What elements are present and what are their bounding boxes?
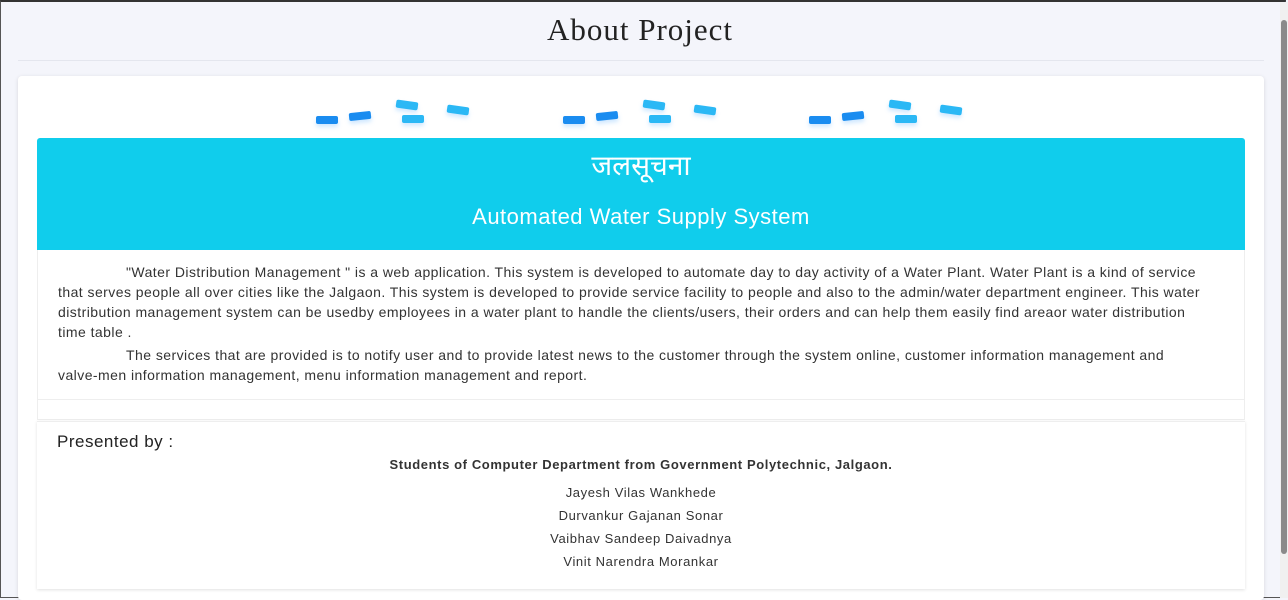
scrollbar-thumb[interactable] xyxy=(1281,20,1287,554)
student-name: Vinit Narendra Morankar xyxy=(563,554,719,569)
project-banner: जलसूचना Automated Water Supply System xyxy=(37,138,1245,250)
student-name: Vaibhav Sandeep Daivadnya xyxy=(550,531,732,546)
banner-subtitle: Automated Water Supply System xyxy=(472,204,810,229)
title-divider xyxy=(18,60,1264,61)
presented-by-heading: Presented by : xyxy=(57,432,174,451)
about-paragraph-1-text: "Water Distribution Management " is a we… xyxy=(58,264,1201,340)
banner-hindi-title: जलसूचना xyxy=(591,149,691,182)
about-section: "Water Distribution Management " is a we… xyxy=(37,250,1245,400)
about-paragraph-2-text: The services that are provided is to not… xyxy=(58,347,1165,383)
student-name: Durvankur Gajanan Sonar xyxy=(558,508,724,523)
water-drops-icon xyxy=(561,96,721,130)
water-drops-icon xyxy=(807,96,967,130)
about-paragraph-2: The services that are provided is to not… xyxy=(58,345,1208,385)
section-spacer xyxy=(37,400,1245,420)
department-line: Students of Computer Department from Gov… xyxy=(389,457,893,472)
page-title: About Project xyxy=(546,12,734,47)
student-name: Jayesh Vilas Wankhede xyxy=(565,485,717,500)
water-drops-icon xyxy=(314,96,474,130)
about-paragraph-1: "Water Distribution Management " is a we… xyxy=(58,262,1208,342)
vertical-scrollbar[interactable] xyxy=(1280,2,1288,598)
presenters-section: Presented by : Students of Computer Depa… xyxy=(37,421,1245,589)
water-drops-decoration xyxy=(0,96,1288,130)
